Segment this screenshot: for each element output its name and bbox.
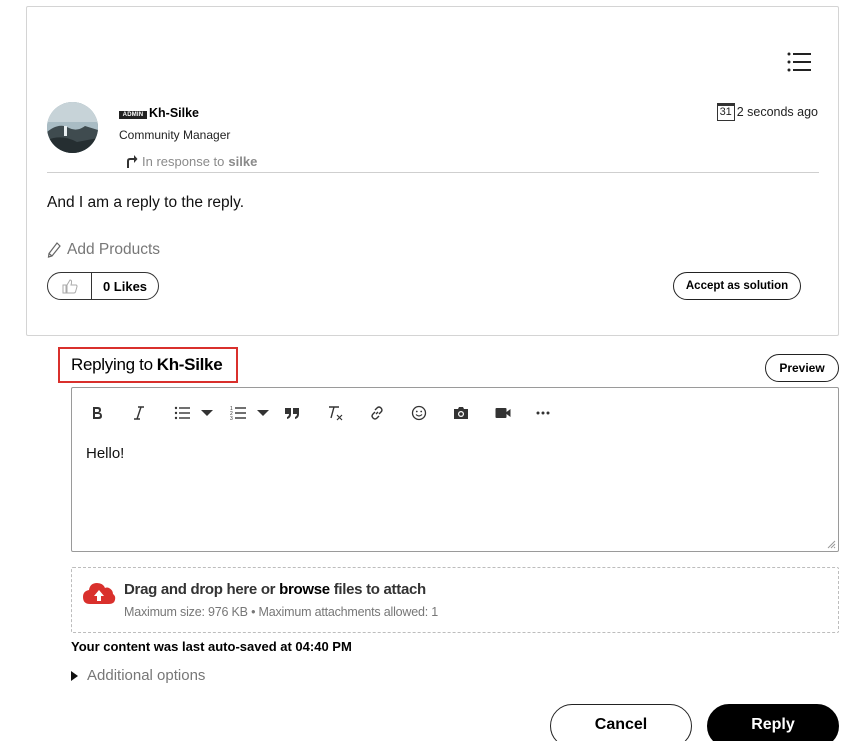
- resize-grip-icon[interactable]: [826, 539, 836, 549]
- accept-solution-button[interactable]: Accept as solution: [673, 272, 801, 300]
- author-name[interactable]: Kh-Silke: [149, 106, 199, 120]
- numbered-list-button[interactable]: 123: [228, 398, 248, 428]
- divider: [47, 172, 819, 173]
- upload-instructions: Drag and drop here or browse files to at…: [124, 581, 426, 598]
- video-button[interactable]: [493, 398, 513, 428]
- svg-text:3: 3: [230, 416, 233, 421]
- rich-text-editor[interactable]: 123 Hello!: [71, 387, 839, 552]
- like-group: 0 Likes: [47, 272, 159, 300]
- camera-icon: [454, 407, 468, 419]
- pencil-icon: [47, 242, 61, 258]
- video-icon: [495, 408, 511, 418]
- clear-format-button[interactable]: [325, 398, 345, 428]
- italic-icon: [134, 406, 144, 420]
- thumbs-up-icon: [62, 279, 78, 294]
- file-drop-zone[interactable]: Drag and drop here or browse files to at…: [71, 567, 839, 633]
- in-response-prefix: In response to: [142, 153, 225, 169]
- quote-button[interactable]: [282, 398, 302, 428]
- quote-icon: [285, 408, 299, 419]
- numbered-list-icon: 123: [230, 406, 246, 421]
- link-icon: [371, 406, 383, 420]
- link-button[interactable]: [367, 398, 387, 428]
- replying-to-heading: Replying to Kh-Silke: [58, 347, 238, 383]
- autosave-status: Your content was last auto-saved at 04:4…: [71, 639, 352, 654]
- bullet-list-icon: [174, 406, 190, 420]
- admin-badge: ADMIN: [119, 111, 147, 119]
- like-button[interactable]: [48, 273, 92, 299]
- numbered-list-dropdown[interactable]: [257, 398, 269, 428]
- upload-limits: Maximum size: 976 KB • Maximum attachmen…: [124, 605, 439, 619]
- bold-button[interactable]: [88, 398, 106, 428]
- in-response-line: In response to silke: [124, 153, 257, 169]
- preview-button[interactable]: Preview: [765, 354, 839, 382]
- photo-button[interactable]: [451, 398, 471, 428]
- post-timestamp: 2 seconds ago: [736, 105, 818, 119]
- in-response-user[interactable]: silke: [228, 154, 257, 169]
- additional-options-toggle[interactable]: Additional options: [71, 667, 205, 684]
- avatar[interactable]: [47, 102, 98, 153]
- cloud-upload-icon: [83, 583, 116, 604]
- upload-prefix: Drag and drop here or: [124, 581, 276, 598]
- bullet-list-button[interactable]: [172, 398, 192, 428]
- more-icon: [536, 411, 550, 415]
- author-role: Community Manager: [119, 128, 231, 142]
- post-body: And I am a reply to the reply.: [47, 194, 245, 211]
- arrow-up-right-icon: [127, 155, 138, 168]
- bullet-list-dropdown[interactable]: [201, 398, 213, 428]
- cancel-button[interactable]: Cancel: [550, 704, 692, 741]
- caret-down-icon: [201, 410, 213, 416]
- replying-to-user: Kh-Silke: [156, 355, 223, 374]
- calendar-icon: 31: [716, 103, 735, 121]
- triangle-right-icon: [71, 670, 78, 681]
- upload-suffix: files to attach: [333, 581, 426, 598]
- editor-content[interactable]: Hello!: [86, 445, 124, 462]
- add-products-label: Add Products: [67, 241, 161, 258]
- post-date: 31 2 seconds ago: [716, 103, 818, 121]
- emoji-button[interactable]: [409, 398, 429, 428]
- likes-count[interactable]: 0 Likes: [92, 273, 158, 299]
- caret-down-icon: [257, 410, 269, 416]
- italic-button[interactable]: [130, 398, 148, 428]
- more-button[interactable]: [533, 398, 553, 428]
- replying-to-prefix: Replying to: [71, 355, 153, 374]
- clear-format-icon: [329, 406, 343, 421]
- list-menu-icon[interactable]: [787, 51, 811, 73]
- browse-link[interactable]: browse: [279, 581, 330, 598]
- bold-icon: [93, 407, 102, 419]
- reply-button[interactable]: Reply: [707, 704, 839, 741]
- add-products-link[interactable]: Add Products: [47, 241, 160, 259]
- additional-options-label: Additional options: [87, 667, 206, 684]
- emoji-icon: [411, 405, 427, 421]
- post-card: ADMIN Kh-Silke Community Manager In resp…: [26, 6, 839, 336]
